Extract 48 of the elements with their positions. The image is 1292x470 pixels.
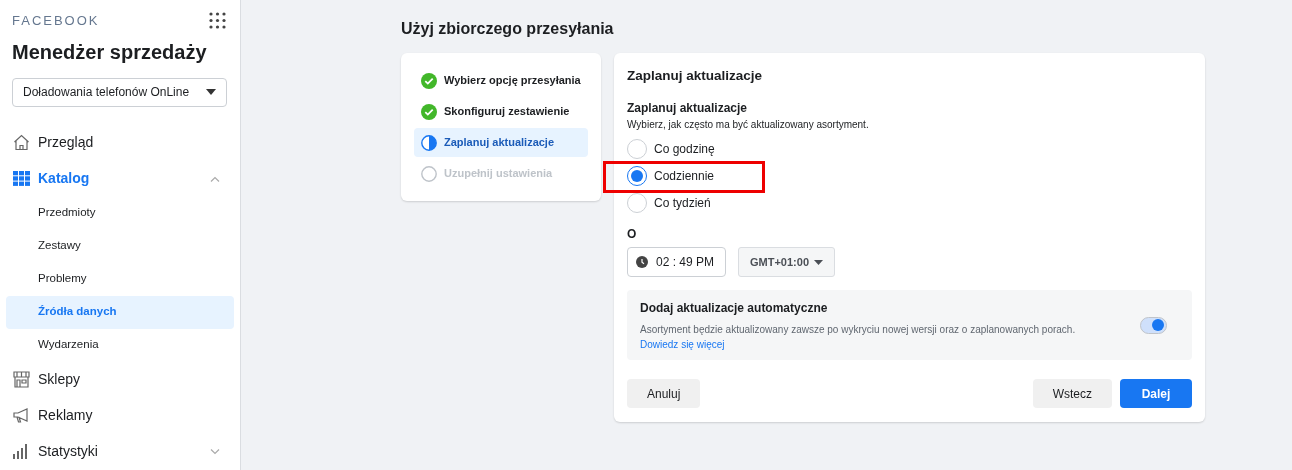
page-title: Użyj zbiorczego przesyłania (401, 19, 615, 37)
grid-icon (13, 171, 30, 186)
account-dropdown[interactable]: Doładowania telefonów OnLine (12, 77, 227, 107)
sidebar-item[interactable]: Statystyki (0, 433, 240, 470)
sidebar-item[interactable]: Katalog (0, 160, 240, 197)
bar-chart-icon (13, 444, 30, 459)
sidebar-subitem[interactable]: Zestawy (6, 229, 234, 263)
sidebar-subitem[interactable]: Źródła danych (6, 295, 234, 329)
section-hint: Wybierz, jak często ma być aktualizowany asortyment. (627, 118, 870, 133)
empty-circle-icon (421, 165, 437, 182)
step-item: Skonfiguruj zestawienie (414, 97, 588, 126)
sidebar-subitem[interactable]: Przedmioty (6, 196, 234, 230)
house-icon (13, 134, 30, 151)
sidebar-subitem[interactable]: Wydarzenia (6, 328, 234, 362)
sidebar-subitem[interactable]: Problemy (6, 262, 234, 296)
app-title: Menedżer sprzedaży (11, 39, 208, 65)
secondary-button[interactable]: Anuluj (627, 379, 701, 408)
radio-option[interactable]: Co godzinę (627, 138, 715, 159)
sidebar-item[interactable]: Przegląd (0, 124, 240, 161)
section-label: Zaplanuj aktualizacje (627, 100, 749, 118)
step-item: Zaplanuj aktualizacje (414, 128, 588, 157)
megaphone-icon (13, 408, 30, 423)
auto-update-description: Asortyment będzie aktualizowany zawsze po wykryciu nowej wersji oraz o zaplanowanych porach. (640, 322, 1076, 337)
secondary-button[interactable]: Wstecz (1032, 379, 1112, 408)
step-item: Wybierz opcję przesyłania (414, 66, 588, 95)
sidebar-item[interactable]: Sklepy (0, 361, 240, 398)
brand-wordmark: FACEBOOK (12, 12, 100, 30)
auto-update-toggle[interactable] (1140, 316, 1167, 334)
storefront-icon (13, 371, 30, 388)
caret-icon (814, 259, 823, 265)
radio-option[interactable]: Codziennie (627, 165, 715, 186)
radio-option[interactable]: Co tydzień (627, 192, 711, 213)
timezone-dropdown[interactable]: GMT+01:00 (738, 247, 835, 278)
time-label: O (627, 226, 638, 244)
auto-update-title: Dodaj aktualizacje automatyczne (640, 299, 829, 317)
caret-icon (206, 89, 216, 95)
step-item: Uzupełnij ustawienia (414, 159, 588, 188)
check-circle-icon (421, 103, 437, 120)
apps-grid-icon[interactable] (209, 12, 226, 30)
check-circle-icon (421, 72, 437, 89)
card-title: Zaplanuj aktualizacje (627, 67, 764, 85)
primary-button[interactable]: Dalej (1120, 379, 1192, 408)
sidebar-item[interactable]: Reklamy (0, 397, 240, 434)
clock-icon (636, 256, 648, 269)
learn-more-link[interactable]: Dowiedz się więcej (640, 336, 1076, 352)
time-field[interactable]: 02 : 49 PM (627, 247, 726, 278)
half-circle-icon (421, 134, 437, 151)
time-value: 02 : 49 PM (656, 254, 715, 272)
